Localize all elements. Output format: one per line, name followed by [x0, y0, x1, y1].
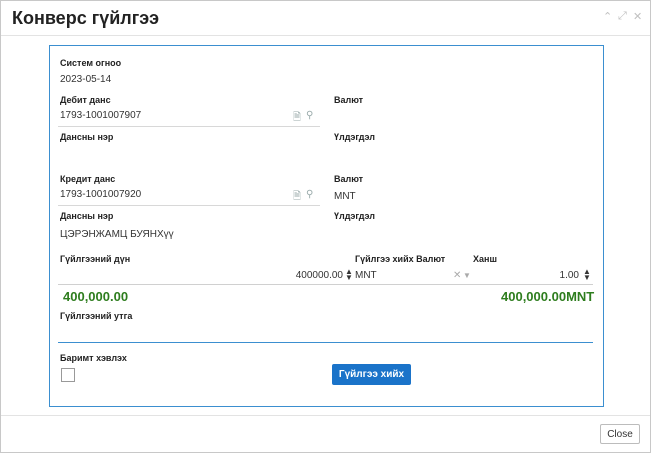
print-receipt-label: Баримт хэвлэх [60, 353, 127, 363]
submit-transaction-button[interactable]: Гүйлгээ хийх [332, 364, 411, 385]
debit-account-field[interactable]: 1793-1001007907 🗎 ⚲ [58, 108, 320, 127]
clear-icon[interactable]: ✕ [453, 270, 461, 281]
dialog-window: Конверс гүйлгээ ⌃ ⤢ ✕ Систем огноо 2023-… [0, 0, 651, 453]
footer-divider [1, 415, 650, 416]
form-panel [49, 45, 604, 407]
search-icon[interactable]: ⚲ [306, 110, 313, 121]
close-icon[interactable]: ✕ [633, 10, 642, 23]
debit-account-value: 1793-1001007907 [60, 110, 142, 121]
debit-account-label: Дебит данс [60, 95, 111, 105]
document-icon[interactable]: 🗎 [293, 110, 301, 127]
system-date-value: 2023-05-14 [60, 74, 112, 85]
chevron-down-icon[interactable]: ▼ [463, 271, 471, 280]
credit-balance-label: Үлдэгдэл [334, 211, 375, 221]
chevron-up-icon[interactable]: ⌃ [603, 10, 612, 23]
rate-label: Ханш [473, 254, 497, 264]
amount-label: Гүйлгээний дүн [60, 254, 131, 264]
rate-stepper-icon[interactable]: ▲ ▼ [583, 268, 591, 282]
debit-currency-label: Валют [334, 95, 364, 105]
converted-amount-display: 400,000.00MNT [501, 289, 595, 304]
debit-account-name-label: Дансны нэр [60, 132, 114, 142]
search-icon[interactable]: ⚲ [306, 189, 313, 200]
amount-display: 400,000.00 [63, 289, 129, 304]
expand-icon[interactable]: ⤢ [618, 10, 627, 23]
print-receipt-checkbox[interactable] [61, 368, 75, 382]
system-date-label: Систем огноо [60, 58, 122, 68]
description-label: Гүйлгээний утга [60, 311, 133, 321]
tx-currency-select[interactable]: MNT [355, 270, 377, 281]
description-input[interactable] [58, 323, 593, 343]
document-icon[interactable]: 🗎 [293, 189, 301, 206]
amount-stepper-icon[interactable]: ▲ ▼ [345, 268, 353, 282]
credit-currency-label: Валют [334, 174, 364, 184]
credit-account-name-value: ЦЭРЭНЖАМЦ БУЯНХүү [60, 229, 174, 240]
debit-balance-label: Үлдэгдэл [334, 132, 375, 142]
credit-account-label: Кредит данс [60, 174, 116, 184]
dialog-title: Конверс гүйлгээ [12, 8, 160, 28]
amount-input[interactable]: 400000.00 [287, 270, 343, 281]
dialog-header: Конверс гүйлгээ ⌃ ⤢ ✕ [1, 1, 650, 36]
close-button[interactable]: Close [600, 424, 640, 444]
credit-currency-value: MNT [334, 191, 356, 202]
rate-input[interactable]: 1.00 [541, 270, 579, 281]
credit-account-field[interactable]: 1793-1001007920 🗎 ⚲ [58, 187, 320, 206]
tx-currency-label: Гүйлгээ хийх Валют [355, 254, 446, 264]
credit-account-name-label: Дансны нэр [60, 211, 114, 221]
credit-account-value: 1793-1001007920 [60, 189, 142, 200]
